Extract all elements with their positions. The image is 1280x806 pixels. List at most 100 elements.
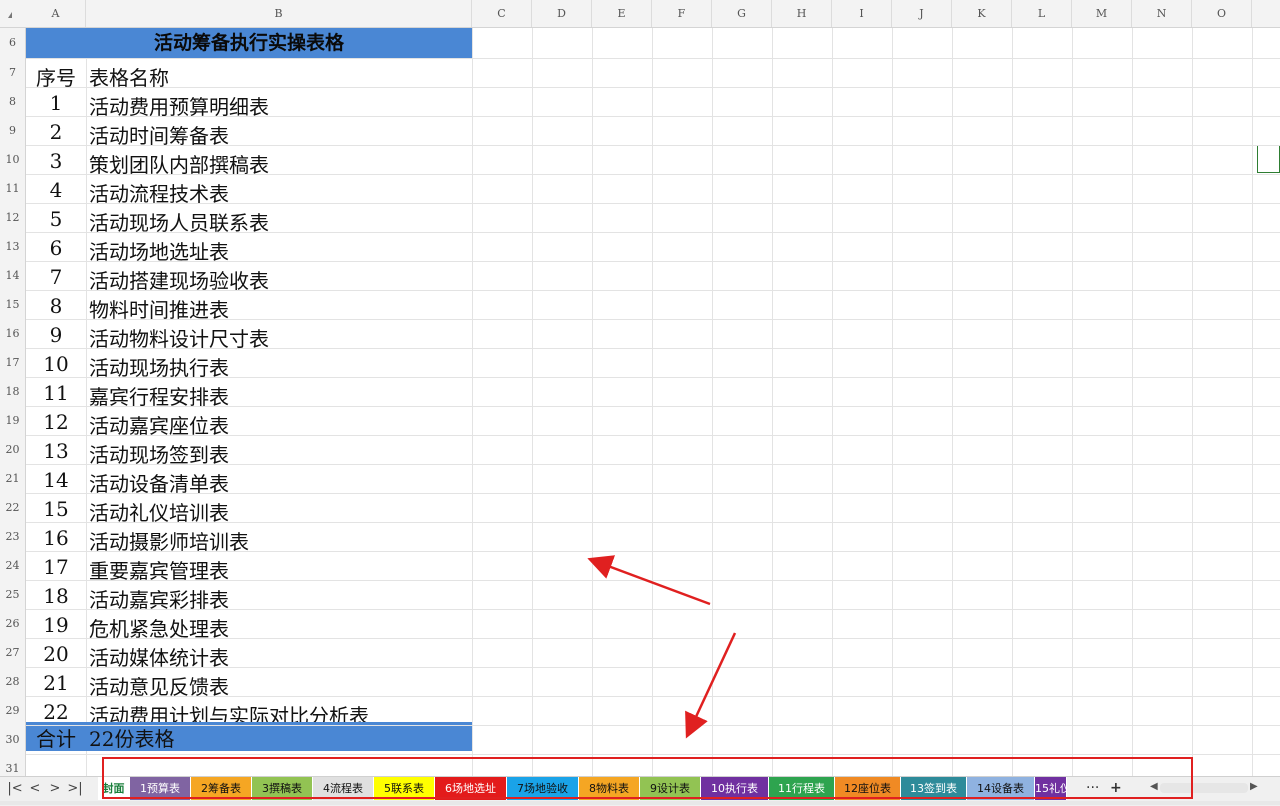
column-header-e[interactable]: E	[592, 0, 652, 27]
row-header-8[interactable]: 8	[0, 95, 25, 108]
column-header-bar: ABCDEFGHIJKLMNO	[0, 0, 1280, 28]
row-gridline	[26, 667, 1280, 668]
row-gridline	[26, 58, 1280, 59]
row-header-29[interactable]: 29	[0, 704, 25, 717]
row-header-26[interactable]: 26	[0, 617, 25, 630]
column-header-n[interactable]: N	[1132, 0, 1192, 27]
column-header-j[interactable]: J	[892, 0, 952, 27]
column-header-c[interactable]: C	[472, 0, 532, 27]
row-gridline	[26, 232, 1280, 233]
column-header-d[interactable]: D	[532, 0, 592, 27]
column-gridline	[952, 28, 953, 776]
column-header-i[interactable]: I	[832, 0, 892, 27]
prev-sheet-button[interactable]: <	[26, 777, 44, 800]
row-header-14[interactable]: 14	[0, 269, 25, 282]
row-header-17[interactable]: 17	[0, 356, 25, 369]
item-seq: 14	[43, 468, 69, 492]
row-header-7[interactable]: 7	[0, 66, 25, 79]
row-header-27[interactable]: 27	[0, 646, 25, 659]
column-gridline	[652, 28, 653, 776]
column-header-b[interactable]: B	[86, 0, 472, 27]
item-seq: 8	[49, 294, 63, 318]
row-gridline	[26, 290, 1280, 291]
item-seq: 7	[49, 265, 63, 289]
column-gridline	[772, 28, 773, 776]
item-seq: 13	[43, 439, 69, 463]
row-header-16[interactable]: 16	[0, 327, 25, 340]
column-gridline	[86, 28, 87, 776]
sheet-grid[interactable]: 活动筹备执行实操表格 序号 表格名称 1 活动费用预算明细表 2 活动时间筹备表 3 策划…	[26, 28, 1280, 784]
row-header-11[interactable]: 11	[0, 182, 25, 195]
row-header-25[interactable]: 25	[0, 588, 25, 601]
row-gridline	[26, 87, 1280, 88]
row-gridline	[26, 725, 1280, 726]
row-header-bar: 6 7 8 9 10 11 12 13 14 15 16 17 18 19 20 21 22 23 24 25 26 27…	[0, 28, 26, 776]
row-gridline	[26, 261, 1280, 262]
row-gridline	[26, 696, 1280, 697]
status-bar	[0, 801, 1280, 805]
column-header-o[interactable]: O	[1192, 0, 1252, 27]
item-seq: 16	[43, 526, 69, 550]
column-header-k[interactable]: K	[952, 0, 1012, 27]
row-gridline	[26, 319, 1280, 320]
next-sheet-button[interactable]: >	[46, 777, 64, 800]
item-seq: 19	[43, 613, 69, 637]
row-header-20[interactable]: 20	[0, 443, 25, 456]
first-sheet-button[interactable]: |<	[6, 777, 24, 800]
item-seq: 2	[49, 120, 63, 144]
row-gridline	[26, 638, 1280, 639]
item-seq: 9	[49, 323, 63, 347]
column-header-a[interactable]: A	[26, 0, 86, 27]
total-label: 合计	[36, 727, 76, 751]
sheet-title: 活动筹备执行实操表格	[26, 28, 472, 58]
row-gridline	[26, 754, 1280, 755]
column-gridline	[1132, 28, 1133, 776]
row-gridline	[26, 609, 1280, 610]
scroll-right-arrow-icon[interactable]: ▶	[1250, 781, 1258, 792]
row-header-24[interactable]: 24	[0, 559, 25, 572]
row-header-28[interactable]: 28	[0, 675, 25, 688]
last-sheet-button[interactable]: >|	[66, 777, 84, 800]
column-gridline	[712, 28, 713, 776]
item-seq: 3	[49, 149, 63, 173]
row-header-30[interactable]: 30	[0, 733, 25, 746]
row-header-19[interactable]: 19	[0, 414, 25, 427]
selected-cell[interactable]	[1257, 145, 1280, 173]
row-gridline	[26, 116, 1280, 117]
row-gridline	[26, 580, 1280, 581]
row-gridline	[26, 522, 1280, 523]
item-seq: 17	[43, 555, 69, 579]
row-gridline	[26, 377, 1280, 378]
column-gridline	[592, 28, 593, 776]
column-header-f[interactable]: F	[652, 0, 712, 27]
column-gridline	[472, 28, 473, 776]
select-all-corner[interactable]	[8, 12, 12, 18]
column-header-g[interactable]: G	[712, 0, 772, 27]
column-header-l[interactable]: L	[1012, 0, 1072, 27]
row-gridline	[26, 406, 1280, 407]
item-seq: 5	[49, 207, 63, 231]
item-seq: 10	[43, 352, 69, 376]
row-header-22[interactable]: 22	[0, 501, 25, 514]
row-gridline	[26, 174, 1280, 175]
row-header-10[interactable]: 10	[0, 153, 25, 166]
row-header-23[interactable]: 23	[0, 530, 25, 543]
row-header-6[interactable]: 6	[0, 36, 25, 49]
item-seq: 21	[43, 671, 69, 695]
column-header-h[interactable]: H	[772, 0, 832, 27]
item-seq: 22	[43, 700, 69, 724]
column-gridline	[1012, 28, 1013, 776]
item-seq: 1	[49, 91, 63, 115]
row-header-9[interactable]: 9	[0, 124, 25, 137]
row-header-21[interactable]: 21	[0, 472, 25, 485]
row-gridline	[26, 551, 1280, 552]
row-header-15[interactable]: 15	[0, 298, 25, 311]
tab-highlight-frame	[102, 757, 1193, 799]
row-header-12[interactable]: 12	[0, 211, 25, 224]
row-header-31[interactable]: 31	[0, 762, 25, 775]
row-header-18[interactable]: 18	[0, 385, 25, 398]
row-header-13[interactable]: 13	[0, 240, 25, 253]
column-header-m[interactable]: M	[1072, 0, 1132, 27]
row-gridline	[26, 464, 1280, 465]
item-seq: 20	[43, 642, 69, 666]
